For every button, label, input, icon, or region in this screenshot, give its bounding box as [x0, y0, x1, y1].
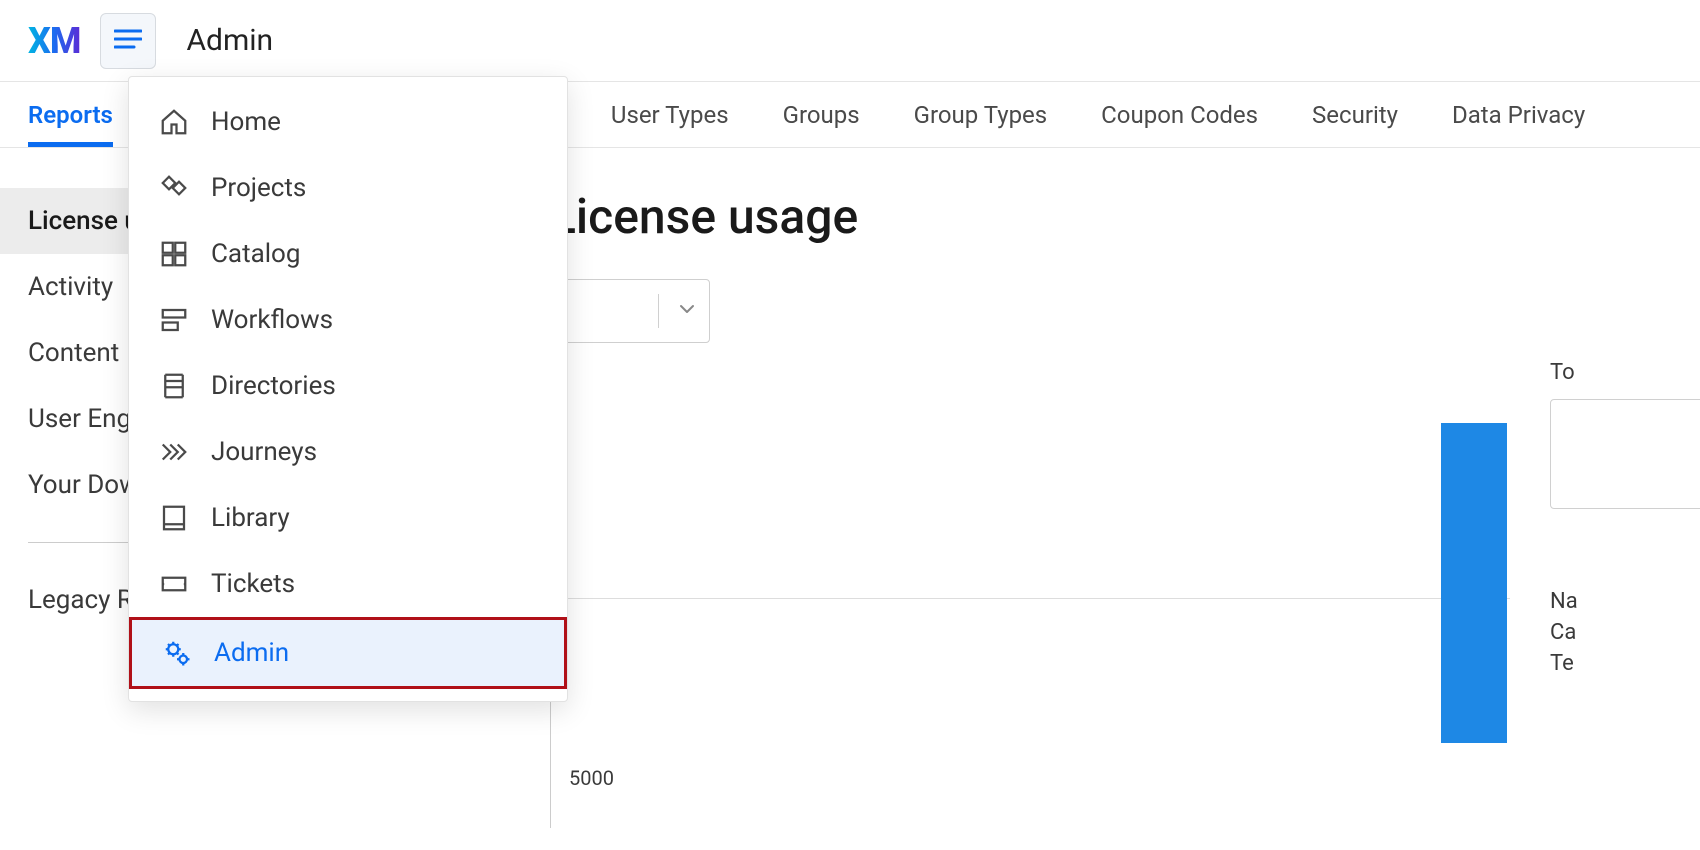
chevron-down-icon [677, 299, 697, 323]
tab-security[interactable]: Security [1312, 82, 1398, 147]
projects-icon [159, 173, 189, 203]
nav-item-label: Journeys [211, 437, 317, 467]
nav-item-label: Catalog [211, 239, 300, 269]
tab-group-types[interactable]: Group Types [914, 82, 1048, 147]
filter-dropdown[interactable] [550, 279, 710, 343]
main-nav-menu: Home Projects Catalog Workflows Director… [128, 76, 568, 702]
nav-item-admin[interactable]: Admin [129, 617, 567, 689]
chart-bar [1441, 423, 1507, 743]
logo[interactable]: XM [28, 20, 80, 62]
page-title: Admin [186, 23, 273, 58]
nav-item-home[interactable]: Home [129, 89, 567, 155]
tab-user-types[interactable]: User Types [611, 82, 729, 147]
nav-item-label: Directories [211, 371, 336, 401]
main-heading: License usage [550, 188, 1700, 245]
nav-item-journeys[interactable]: Journeys [129, 419, 567, 485]
hamburger-icon [114, 28, 142, 54]
nav-item-projects[interactable]: Projects [129, 155, 567, 221]
nav-item-label: Admin [214, 638, 289, 668]
nav-item-label: Projects [211, 173, 306, 203]
directories-icon [159, 371, 189, 401]
nav-item-label: Workflows [211, 305, 333, 335]
workflows-icon [159, 305, 189, 335]
journeys-icon [159, 437, 189, 467]
nav-item-label: Tickets [211, 569, 295, 599]
nav-item-label: Home [211, 107, 281, 137]
nav-item-directories[interactable]: Directories [129, 353, 567, 419]
usage-chart: 5000 [550, 428, 1700, 828]
chart-gridline [551, 598, 1510, 599]
admin-icon [162, 638, 192, 668]
tab-coupon-codes[interactable]: Coupon Codes [1101, 82, 1258, 147]
catalog-icon [159, 239, 189, 269]
tab-data-privacy[interactable]: Data Privacy [1452, 82, 1585, 147]
nav-item-library[interactable]: Library [129, 485, 567, 551]
tickets-icon [159, 569, 189, 599]
nav-item-tickets[interactable]: Tickets [129, 551, 567, 617]
nav-item-label: Library [211, 503, 290, 533]
main-menu-button[interactable] [100, 13, 156, 69]
library-icon [159, 503, 189, 533]
tab-reports[interactable]: Reports [28, 82, 113, 147]
nav-item-catalog[interactable]: Catalog [129, 221, 567, 287]
dropdown-separator [658, 294, 659, 328]
nav-item-workflows[interactable]: Workflows [129, 287, 567, 353]
tab-groups[interactable]: Groups [783, 82, 860, 147]
chart-ytick: 5000 [569, 766, 614, 790]
home-icon [159, 107, 189, 137]
